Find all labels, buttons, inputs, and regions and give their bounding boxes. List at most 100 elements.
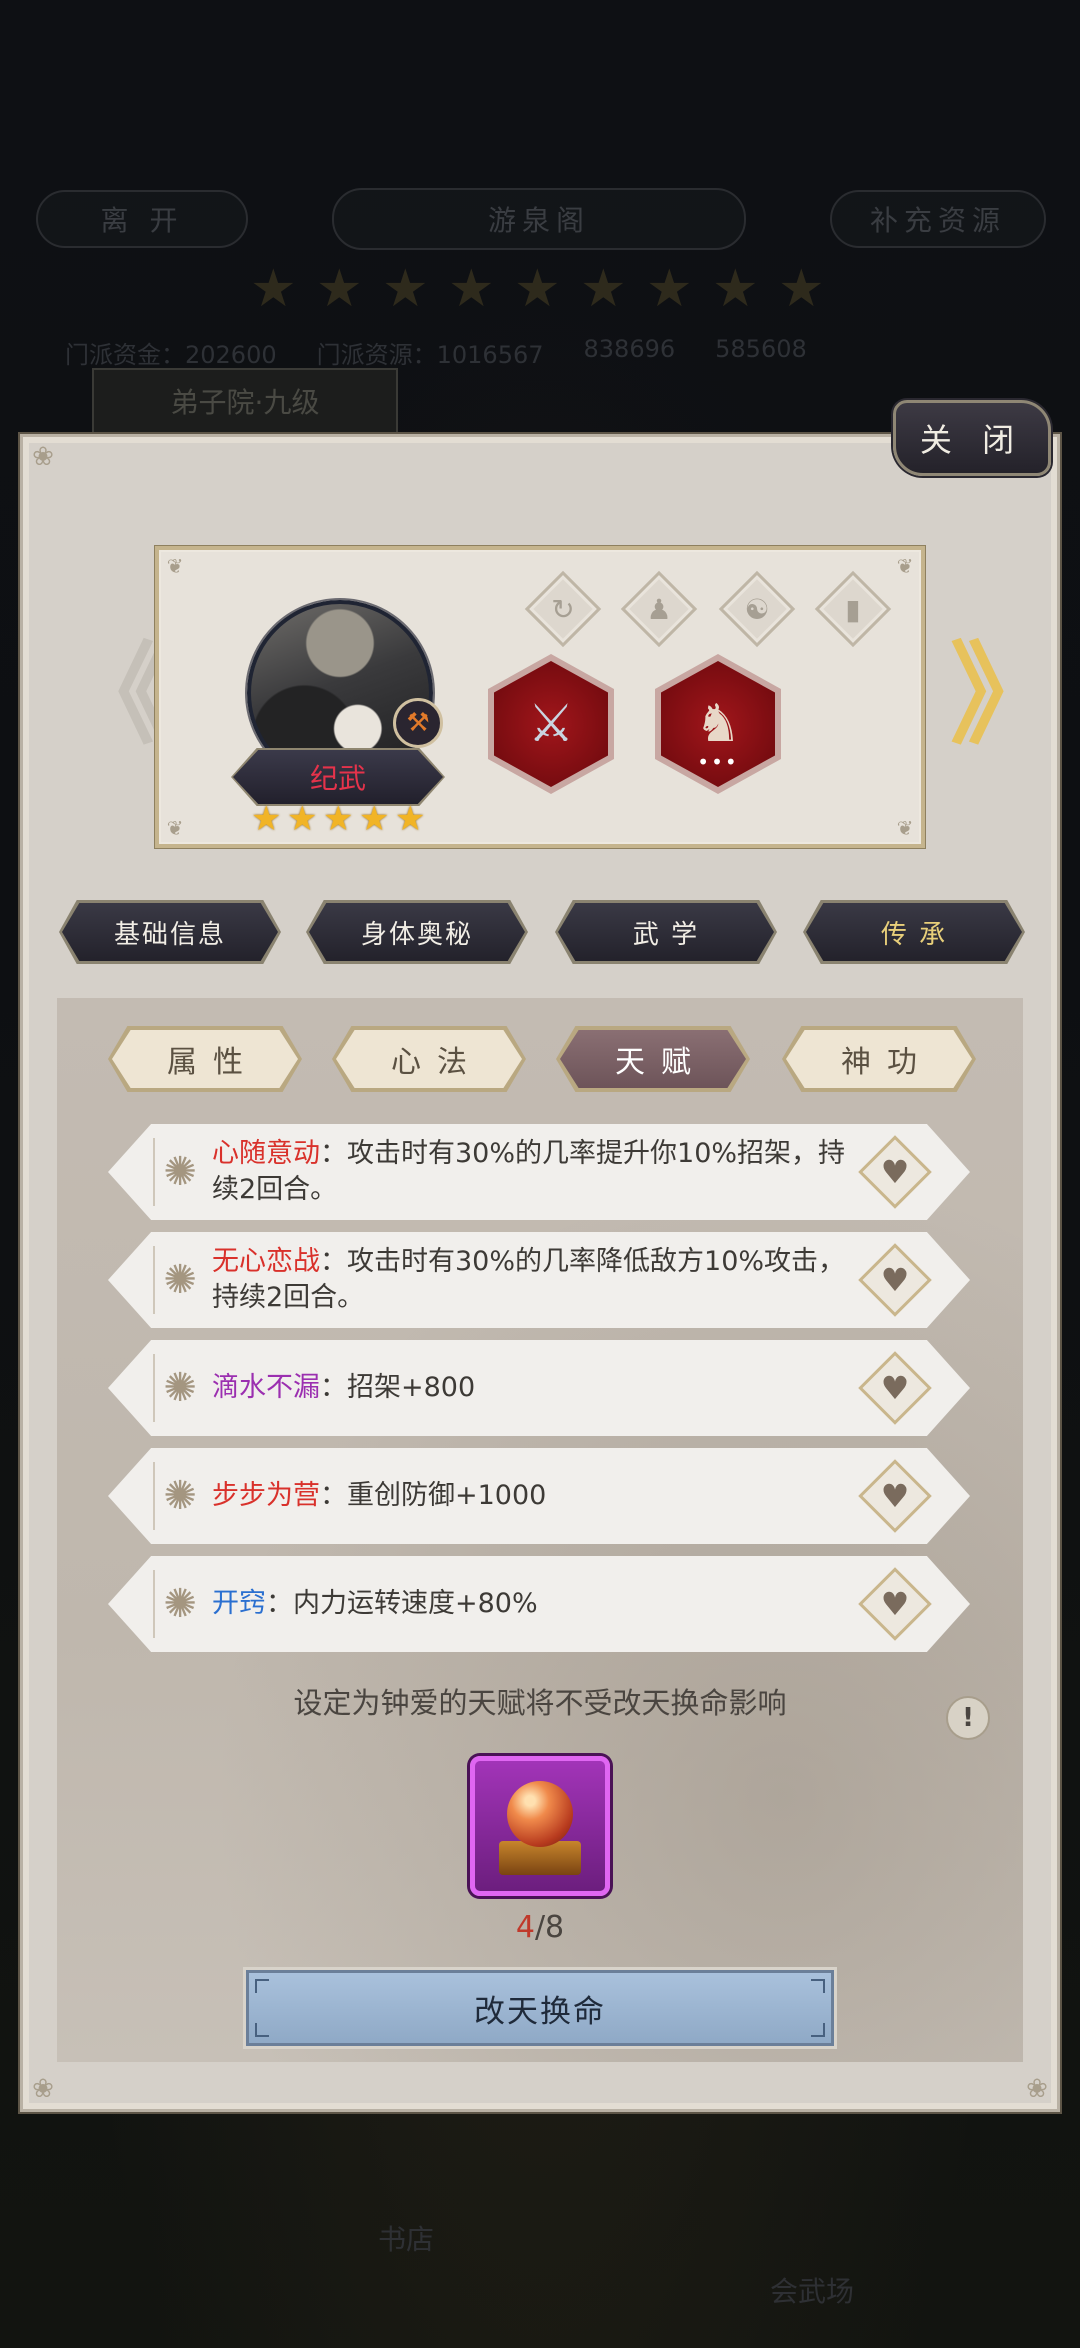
button-corner bbox=[255, 2023, 269, 2037]
button-corner bbox=[255, 1979, 269, 1993]
tab-martial-arts[interactable]: 武 学 bbox=[558, 903, 774, 961]
equip-slot-book[interactable]: ▮ bbox=[814, 570, 892, 648]
resource-funds: 门派资金：202600 bbox=[65, 341, 277, 369]
talent-name: 心随意动 bbox=[212, 1138, 320, 1169]
talent-emblem-icon: ✺ bbox=[163, 1473, 197, 1519]
talent-emblem-icon: ✺ bbox=[163, 1581, 197, 1627]
star-icon: ★ bbox=[359, 799, 390, 839]
talent-separator: ： bbox=[320, 1138, 347, 1169]
talent-row: ✺ 无心恋战：攻击时有30%的几率降低敌方10%攻击，持续2回合。 ♥ bbox=[108, 1232, 970, 1328]
button-corner bbox=[811, 1979, 825, 1993]
corner-ornament: ❀ bbox=[1026, 2074, 1048, 2104]
corner-ornament: ❀ bbox=[32, 2074, 54, 2104]
equip-slot-figure[interactable]: ♟ bbox=[620, 570, 698, 648]
blade-icon: ⚔ bbox=[494, 661, 608, 787]
row-divider bbox=[153, 1354, 155, 1422]
subtab-attributes[interactable]: 属性 bbox=[112, 1030, 298, 1088]
talent-description: 心随意动：攻击时有30%的几率提升你10%招架，持续2回合。 bbox=[212, 1124, 852, 1220]
reroll-item-slot[interactable] bbox=[470, 1756, 610, 1896]
book-icon: ▮ bbox=[845, 592, 861, 626]
heart-icon: ♥ bbox=[880, 1369, 910, 1407]
spin-icon: ↻ bbox=[551, 592, 575, 626]
favorite-toggle[interactable]: ♥ bbox=[858, 1243, 932, 1317]
equip-slot-spin[interactable]: ↻ bbox=[524, 570, 602, 648]
talent-name: 开窍 bbox=[212, 1588, 266, 1619]
resource-4: 585608 bbox=[715, 335, 807, 363]
tab-basic-info[interactable]: 基础信息 bbox=[62, 903, 278, 961]
card-corner-ornament: ❦ bbox=[896, 816, 914, 840]
replenish-button: 补充资源 bbox=[830, 190, 1046, 248]
resource-3: 838696 bbox=[583, 335, 676, 363]
favorite-toggle[interactable]: ♥ bbox=[858, 1135, 932, 1209]
talent-emblem-icon: ✺ bbox=[163, 1365, 197, 1411]
card-corner-ornament: ❦ bbox=[896, 554, 914, 578]
talent-name: 无心恋战 bbox=[212, 1246, 320, 1277]
talent-separator: ： bbox=[266, 1588, 293, 1619]
star-icon: ★ bbox=[395, 799, 426, 839]
tab-body-secrets[interactable]: 身体奥秘 bbox=[309, 903, 525, 961]
figure-icon: ♟ bbox=[646, 592, 672, 626]
talent-separator: ： bbox=[320, 1480, 347, 1511]
yin-yang-icon: ☯ bbox=[744, 592, 770, 626]
talent-effect: 招架+800 bbox=[347, 1372, 476, 1403]
star-icon: ★ bbox=[287, 799, 318, 839]
button-corner bbox=[811, 2023, 825, 2037]
weapon-type-icon: ⚒ bbox=[393, 698, 443, 748]
talent-effect: 重创防御+1000 bbox=[347, 1480, 547, 1511]
heart-icon: ♥ bbox=[880, 1477, 910, 1515]
talent-name: 滴水不漏 bbox=[212, 1372, 320, 1403]
star-icon: ★ bbox=[251, 799, 282, 839]
bookstore-label: 书店 bbox=[378, 2223, 435, 2256]
talent-description: 无心恋战：攻击时有30%的几率降低敌方10%攻击，持续2回合。 bbox=[212, 1232, 852, 1328]
talent-row: ✺ 步步为营：重创防御+1000 ♥ bbox=[108, 1448, 970, 1544]
equip-slot-yin-yang[interactable]: ☯ bbox=[718, 570, 796, 648]
row-divider bbox=[153, 1246, 155, 1314]
talent-separator: ： bbox=[320, 1372, 347, 1403]
subtab-talent[interactable]: 天赋 bbox=[560, 1030, 746, 1088]
tab-inheritance[interactable]: 传 承 bbox=[806, 903, 1022, 961]
row-divider bbox=[153, 1570, 155, 1638]
more-indicator: ••• bbox=[697, 750, 739, 774]
crystal-orb-icon bbox=[507, 1781, 573, 1847]
skill-slot-blade[interactable]: ⚔ bbox=[488, 654, 614, 794]
row-divider bbox=[153, 1462, 155, 1530]
talent-separator: ： bbox=[320, 1246, 347, 1277]
character-card: ❦ ❦ ❦ ❦ ⚒ 纪武 ★ ★ ★ ★ ★ ↻ ♟ ☯ ▮ ⚔ ♞ ••• bbox=[155, 546, 925, 848]
item-count: 4/8 bbox=[470, 1910, 610, 1945]
talent-effect: 内力运转速度+80% bbox=[293, 1588, 538, 1619]
talent-description: 滴水不漏：招架+800 bbox=[212, 1340, 852, 1436]
character-stars: ★ ★ ★ ★ ★ bbox=[251, 802, 429, 836]
favorite-toggle[interactable]: ♥ bbox=[858, 1567, 932, 1641]
character-name: 纪武 bbox=[233, 750, 443, 804]
talent-emblem-icon: ✺ bbox=[163, 1257, 197, 1303]
card-corner-ornament: ❦ bbox=[166, 554, 184, 578]
background-stars: ★ ★ ★ ★ ★ ★ ★ ★ ★ bbox=[250, 259, 825, 319]
close-button[interactable]: 关 闭 bbox=[893, 400, 1051, 476]
subtab-divine-skill[interactable]: 神功 bbox=[786, 1030, 972, 1088]
card-corner-ornament: ❦ bbox=[166, 816, 184, 840]
heart-icon: ♥ bbox=[880, 1261, 910, 1299]
favorite-note: 设定为钟爱的天赋将不受改天换命影响 bbox=[293, 1686, 787, 1720]
favorite-toggle[interactable]: ♥ bbox=[858, 1351, 932, 1425]
skill-slot-beast[interactable]: ♞ ••• bbox=[655, 654, 781, 794]
subtab-mind-method[interactable]: 心法 bbox=[336, 1030, 522, 1088]
heart-icon: ♥ bbox=[880, 1153, 910, 1191]
item-count-current: 4 bbox=[515, 1910, 535, 1945]
next-character-icon[interactable]: 》 bbox=[950, 640, 1060, 750]
leave-button: 离 开 bbox=[36, 190, 248, 248]
talent-row: ✺ 开窍：内力运转速度+80% ♥ bbox=[108, 1556, 970, 1652]
heart-icon: ♥ bbox=[880, 1585, 910, 1623]
item-count-total: /8 bbox=[534, 1910, 565, 1945]
building-tag: 弟子院·九级 bbox=[92, 368, 398, 434]
talent-emblem-icon: ✺ bbox=[163, 1149, 197, 1195]
talent-description: 步步为营：重创防御+1000 bbox=[212, 1448, 852, 1544]
info-icon[interactable]: ! bbox=[946, 1696, 990, 1740]
talent-name: 步步为营 bbox=[212, 1480, 320, 1511]
resource-materials: 门派资源：1016567 bbox=[316, 341, 544, 369]
talent-row: ✺ 心随意动：攻击时有30%的几率提升你10%招架，持续2回合。 ♥ bbox=[108, 1124, 970, 1220]
favorite-toggle[interactable]: ♥ bbox=[858, 1459, 932, 1533]
corner-ornament: ❀ bbox=[32, 442, 54, 472]
reroll-destiny-button[interactable]: 改天换命 bbox=[246, 1970, 834, 2046]
location-title: 游泉阁 bbox=[332, 188, 746, 250]
background-resources: 门派资金：202600 门派资源：1016567 838696 585608 bbox=[65, 335, 807, 370]
